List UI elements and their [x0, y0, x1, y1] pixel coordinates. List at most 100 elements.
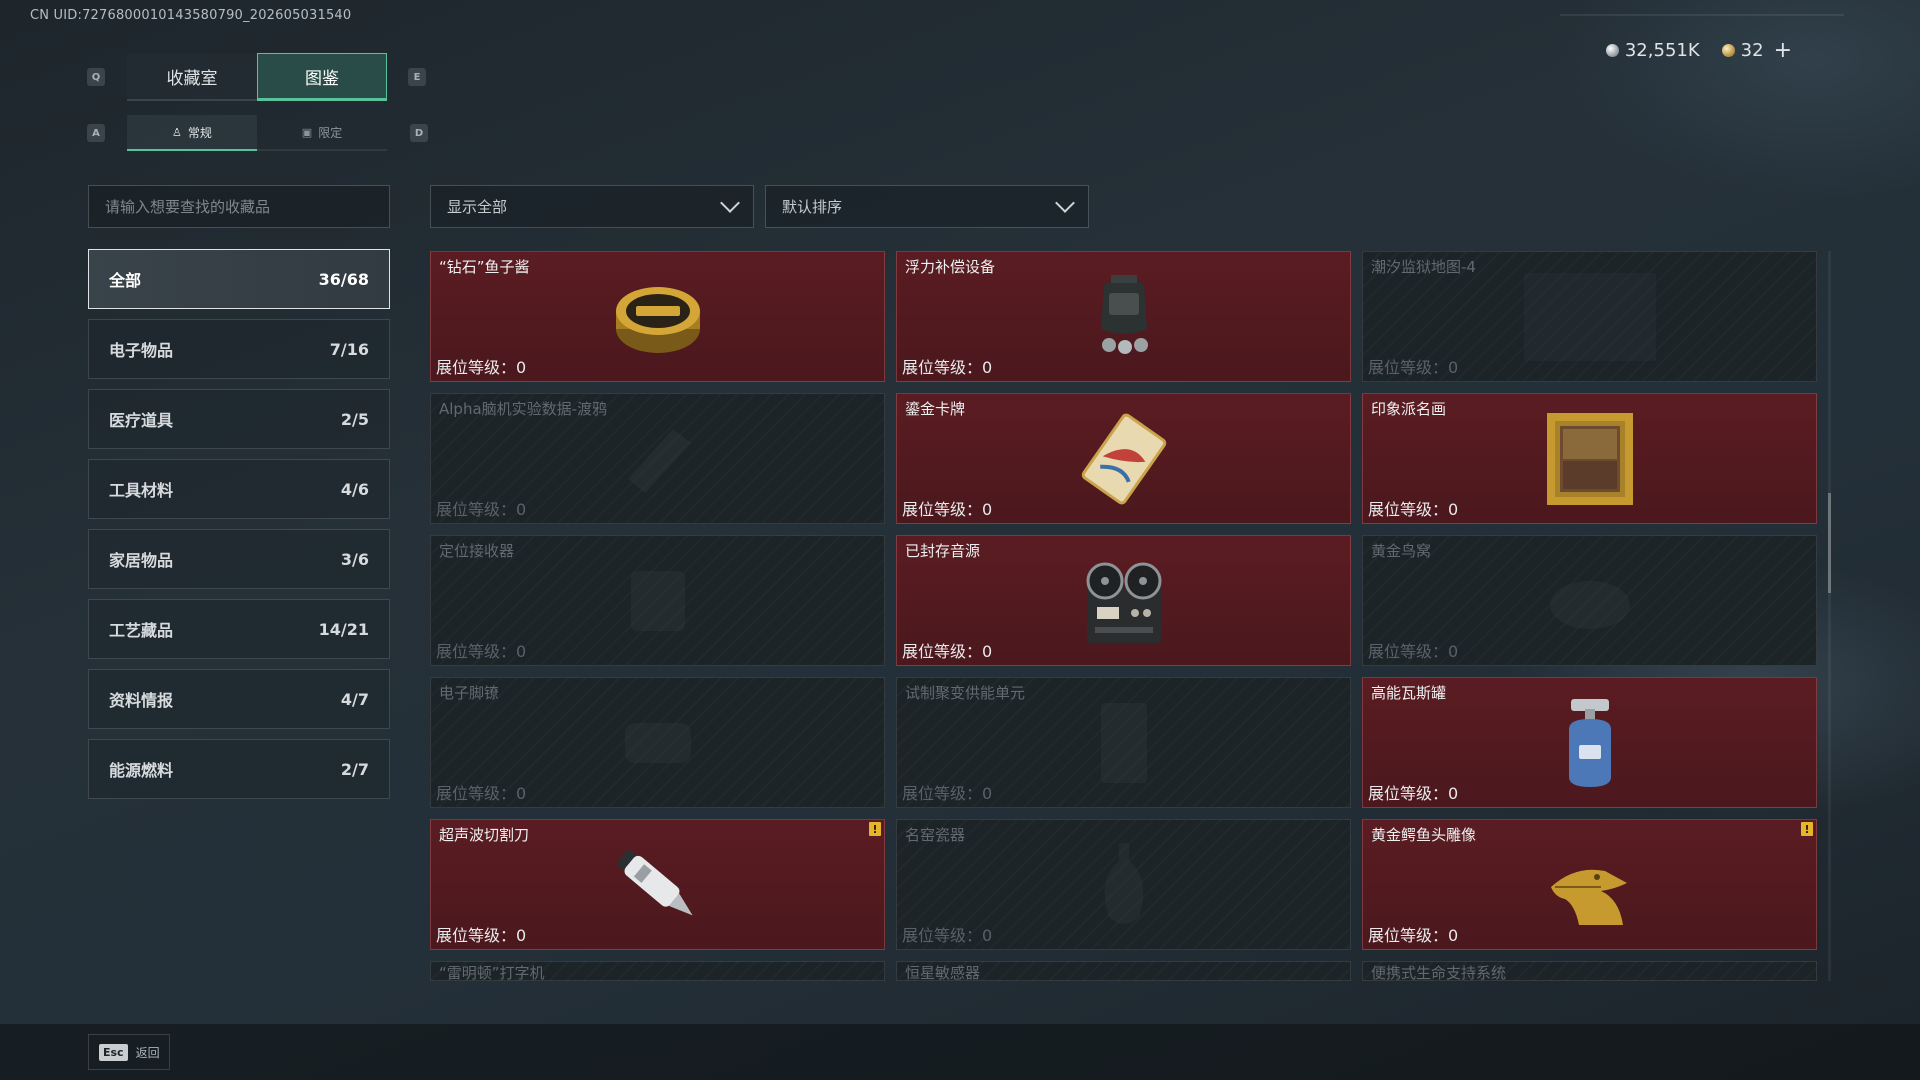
ankle-monitor-icon: [624, 722, 691, 763]
top-decor-line: [1560, 14, 1844, 16]
subtab-limited-label: 限定: [318, 125, 343, 140]
item-name: 定位接收器: [439, 542, 515, 560]
category-crafts[interactable]: 工艺藏品 14/21: [88, 599, 390, 659]
item-card[interactable]: 电子脚镣 展位等级：0: [430, 677, 885, 808]
category-label: 家居物品: [109, 551, 174, 570]
gold-crocodile-icon: [1550, 869, 1627, 925]
item-name: 鎏金卡牌: [905, 400, 966, 418]
booth-level: 展位等级：0: [902, 784, 993, 803]
sort-dropdown[interactable]: 默认排序: [765, 185, 1089, 228]
q-key-hint: Q: [87, 68, 105, 86]
category-label: 资料情报: [109, 691, 174, 710]
booth-level: 展位等级：0: [436, 926, 527, 945]
item-name: 已封存音源: [905, 542, 981, 560]
item-name: 恒星敏感器: [905, 964, 981, 981]
booth-level: 展位等级：0: [1368, 926, 1459, 945]
item-card[interactable]: 名窑瓷器 展位等级：0: [896, 819, 1351, 950]
sort-selected: 默认排序: [782, 198, 843, 216]
filter-dropdown[interactable]: 显示全部: [430, 185, 754, 228]
uid-text: CN UID:7276800010143580790_202605031540: [30, 8, 352, 23]
item-name: “雷明顿”打字机: [439, 964, 545, 981]
category-count: 7/16: [329, 339, 369, 359]
item-name: “钻石”鱼子酱: [439, 258, 530, 276]
category-label: 能源燃料: [109, 761, 174, 780]
silver-currency: 32,551K: [1605, 40, 1700, 61]
d-key-hint: D: [410, 124, 428, 142]
item-name: 便携式生命支持系统: [1371, 964, 1507, 981]
item-card[interactable]: 恒星敏感器: [896, 961, 1351, 981]
item-name: 印象派名画: [1371, 400, 1447, 418]
grid-scrollbar[interactable]: [1828, 251, 1831, 981]
gold-coin-icon: [1721, 44, 1735, 57]
chevron-down-icon: [720, 193, 740, 213]
item-card[interactable]: 鎏金卡牌 展位等级：0: [896, 393, 1351, 524]
item-name: 浮力补偿设备: [905, 258, 996, 276]
item-card[interactable]: “雷明顿”打字机: [430, 961, 885, 981]
item-card[interactable]: 印象派名画 展位等级：0: [1362, 393, 1817, 524]
silver-coin-icon: [1605, 44, 1619, 57]
gold-amount: 32: [1740, 40, 1764, 61]
booth-level: 展位等级：0: [1368, 784, 1459, 803]
category-medical[interactable]: 医疗道具 2/5: [88, 389, 390, 449]
bottom-bar: [0, 1024, 1920, 1080]
subtab-limited[interactable]: ▣ 限定: [257, 115, 387, 151]
item-card[interactable]: 便携式生命支持系统: [1362, 961, 1817, 981]
tab-catalog[interactable]: 图鉴: [257, 53, 387, 101]
add-currency-button[interactable]: +: [1774, 39, 1792, 61]
fusion-cell-icon: [1100, 702, 1147, 783]
item-card[interactable]: 超声波切割刀 ! 展位等级：0: [430, 819, 885, 950]
subtab-regular[interactable]: ♙ 常规: [127, 115, 257, 151]
data-drive-icon: [627, 428, 691, 493]
a-key-hint: A: [87, 124, 105, 142]
back-button[interactable]: Esc 返回: [88, 1034, 170, 1070]
item-name: Alpha脑机实验数据-渡鸦: [439, 400, 608, 418]
category-count: 36/68: [318, 269, 369, 289]
item-card[interactable]: Alpha脑机实验数据-渡鸦 展位等级：0: [430, 393, 885, 524]
item-card[interactable]: 潮汐监狱地图-4 展位等级：0: [1362, 251, 1817, 382]
buoyancy-device-icon: [1100, 274, 1148, 354]
category-tools[interactable]: 工具材料 4/6: [88, 459, 390, 519]
booth-level: 展位等级：0: [902, 642, 993, 661]
currency-bar: 32,551K 32 +: [1605, 39, 1792, 61]
search-input[interactable]: 请输入想要查找的收藏品: [88, 185, 390, 228]
category-electronics[interactable]: 电子物品 7/16: [88, 319, 390, 379]
category-energy[interactable]: 能源燃料 2/7: [88, 739, 390, 799]
scrollbar-thumb[interactable]: [1828, 493, 1831, 593]
category-count: 14/21: [318, 619, 369, 639]
booth-level: 展位等级：0: [1368, 358, 1459, 377]
category-label: 工艺藏品: [109, 621, 174, 640]
tab-collection-room[interactable]: 收藏室: [127, 53, 257, 101]
reel-recorder-icon: [1086, 562, 1161, 643]
item-card[interactable]: 黄金鸟窝 展位等级：0: [1362, 535, 1817, 666]
item-name: 电子脚镣: [439, 684, 500, 702]
sub-tabs: ♙ 常规 ▣ 限定: [127, 115, 387, 151]
bird-nest-icon: [1549, 580, 1630, 629]
ultrasonic-knife-icon: [616, 848, 693, 915]
item-card[interactable]: “钻石”鱼子酱 展位等级：0: [430, 251, 885, 382]
category-list: 全部 36/68 电子物品 7/16 医疗道具 2/5 工具材料 4/6 家居物…: [88, 249, 390, 809]
porcelain-vase-icon: [1104, 842, 1143, 924]
item-card[interactable]: 浮力补偿设备 展位等级：0: [896, 251, 1351, 382]
item-name: 高能瓦斯罐: [1371, 684, 1447, 702]
map-icon: [1523, 272, 1656, 361]
category-count: 4/7: [340, 689, 369, 709]
chevron-down-icon: [1055, 193, 1075, 213]
gilded-card-icon: [1081, 413, 1166, 504]
category-label: 电子物品: [109, 341, 174, 360]
category-household[interactable]: 家居物品 3/6: [88, 529, 390, 589]
category-intel[interactable]: 资料情报 4/7: [88, 669, 390, 729]
item-name: 潮汐监狱地图-4: [1371, 258, 1476, 276]
item-card[interactable]: 黄金鳄鱼头雕像 ! 展位等级：0: [1362, 819, 1817, 950]
item-name: 试制聚变供能单元: [905, 684, 1026, 702]
booth-level: 展位等级：0: [436, 500, 527, 519]
item-card[interactable]: 已封存音源 展位等级：0: [896, 535, 1351, 666]
e-key-hint: E: [408, 68, 426, 86]
item-card[interactable]: 试制聚变供能单元 展位等级：0: [896, 677, 1351, 808]
booth-level: 展位等级：0: [902, 926, 993, 945]
category-label: 全部: [109, 271, 142, 290]
category-all[interactable]: 全部 36/68: [88, 249, 390, 309]
item-card[interactable]: 定位接收器 展位等级：0: [430, 535, 885, 666]
esc-key-hint: Esc: [99, 1043, 128, 1061]
item-card[interactable]: 高能瓦斯罐 展位等级：0: [1362, 677, 1817, 808]
category-count: 2/7: [340, 759, 369, 779]
